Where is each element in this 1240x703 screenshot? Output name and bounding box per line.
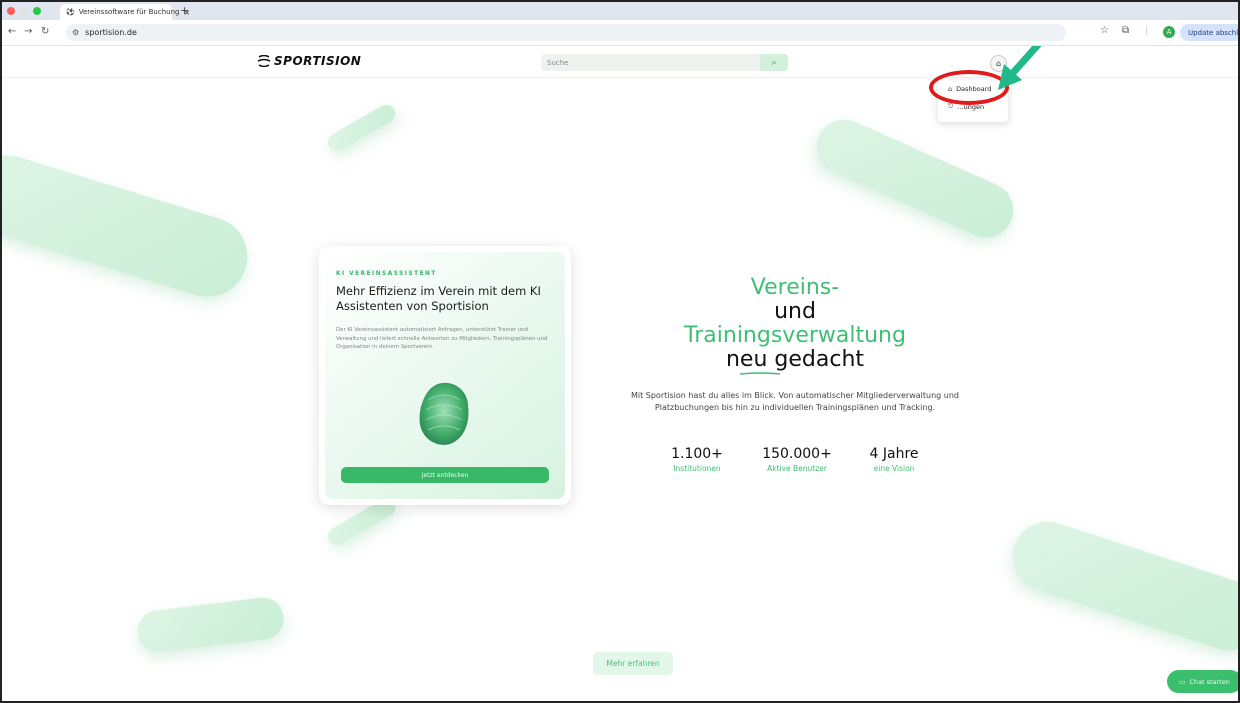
favicon-icon: ⚽ bbox=[66, 8, 75, 16]
toolbar-divider: | bbox=[1145, 25, 1149, 36]
forward-icon[interactable]: → bbox=[24, 26, 32, 37]
reload-icon[interactable]: ↻ bbox=[41, 26, 49, 37]
hero-line-1: Vereins- bbox=[750, 275, 840, 300]
tab-title: Vereinssoftware für Buchung bbox=[78, 8, 180, 16]
stat-value: 4 Jahre bbox=[869, 446, 919, 462]
decor-pill bbox=[134, 595, 287, 655]
update-button[interactable]: Update abschließen bbox=[1180, 24, 1238, 41]
browser-toolbar: ← → ↻ ⚙ sportision.de ☆ ⧉ | A Update abs… bbox=[2, 20, 1238, 46]
card-description: Der KI Vereinsassistent automatisiert An… bbox=[336, 327, 548, 350]
discover-button[interactable]: Jetzt entdecken bbox=[341, 467, 549, 483]
browser-tab[interactable]: ⚽ Vereinssoftware für Buchung × bbox=[60, 4, 190, 20]
stat-users: 150.000+ Aktive Benutzer bbox=[747, 446, 847, 473]
hero-line-4: neu gedacht bbox=[725, 347, 865, 372]
site-logo[interactable]: SPORTISION bbox=[257, 54, 361, 68]
address-bar[interactable]: ⚙ sportision.de bbox=[66, 24, 1066, 41]
decor-pill bbox=[807, 110, 1023, 247]
stat-label: Institutionen bbox=[673, 464, 721, 473]
card-title: Mehr Effizienz im Verein mit dem KI Assi… bbox=[336, 284, 541, 313]
decor-pill bbox=[324, 101, 399, 155]
heading-underline bbox=[740, 372, 780, 375]
hero-description: Mit Sportision hast du alles im Blick. V… bbox=[630, 391, 960, 412]
screenshot-frame: ⚽ Vereinssoftware für Buchung × + ← → ↻ … bbox=[0, 0, 1240, 703]
chat-start-button[interactable]: ▭ Chat starten bbox=[1167, 670, 1238, 693]
bookmark-star-icon[interactable]: ☆ bbox=[1100, 25, 1109, 36]
search-input[interactable]: Suche ⌕ bbox=[541, 54, 788, 71]
chat-icon: ▭ bbox=[1179, 677, 1186, 686]
stat-years: 4 Jahre eine Vision bbox=[844, 446, 944, 473]
stat-value: 1.100+ bbox=[671, 446, 723, 462]
stat-label: Aktive Benutzer bbox=[767, 464, 827, 473]
maximize-window-dot[interactable] bbox=[33, 7, 41, 15]
close-window-dot[interactable] bbox=[7, 7, 15, 15]
extensions-icon[interactable]: ⧉ bbox=[1122, 25, 1129, 36]
stat-institutions: 1.100+ Institutionen bbox=[647, 446, 747, 473]
logo-icon bbox=[257, 55, 271, 67]
search-icon[interactable]: ⌕ bbox=[760, 54, 788, 71]
stat-label: eine Vision bbox=[873, 464, 915, 473]
card-body: KI VEREINSASSISTENT Mehr Effizienz im Ve… bbox=[325, 252, 565, 499]
decor-pill bbox=[1003, 512, 1238, 660]
url-text: sportision.de bbox=[85, 28, 137, 37]
hero-heading: Vereins- und Trainingsverwaltung neu ged… bbox=[622, 276, 968, 372]
webpage: SPORTISION Suche ⌕ ⌂ ⌂ Dashboard ⎋ …unge… bbox=[2, 46, 1238, 701]
chat-label: Chat starten bbox=[1189, 677, 1230, 686]
ai-blob-icon bbox=[419, 382, 469, 445]
annotation-arrow-icon bbox=[998, 46, 1042, 90]
site-settings-icon[interactable]: ⚙ bbox=[72, 28, 79, 37]
browser-tabbar: ⚽ Vereinssoftware für Buchung × + bbox=[2, 2, 1238, 20]
back-icon[interactable]: ← bbox=[8, 26, 16, 37]
card-kicker: KI VEREINSASSISTENT bbox=[336, 271, 437, 277]
minimize-window-dot[interactable] bbox=[20, 7, 28, 15]
hero-line-3: Trainingsverwaltung bbox=[684, 323, 906, 348]
ai-assistant-card: KI VEREINSASSISTENT Mehr Effizienz im Ve… bbox=[319, 246, 571, 505]
new-tab-icon[interactable]: + bbox=[180, 4, 189, 17]
stat-value: 150.000+ bbox=[762, 446, 832, 462]
profile-avatar[interactable]: A bbox=[1163, 26, 1175, 38]
decor-pill bbox=[2, 145, 258, 307]
search-placeholder: Suche bbox=[547, 58, 569, 67]
logo-text: SPORTISION bbox=[274, 54, 362, 68]
site-header: SPORTISION Suche ⌕ ⌂ bbox=[2, 46, 1238, 78]
hero-line-2: und bbox=[774, 299, 816, 324]
learn-more-button[interactable]: Mehr erfahren bbox=[593, 652, 673, 675]
